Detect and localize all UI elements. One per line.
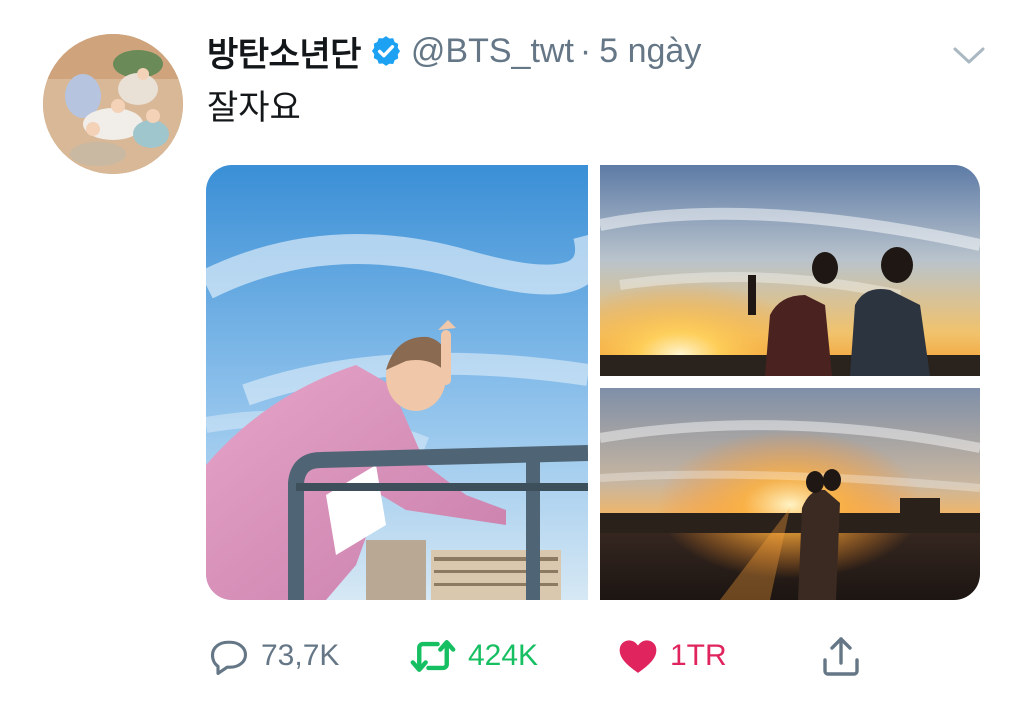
tweet-header: 방탄소년단 @BTS_twt · 5 ngày bbox=[207, 27, 701, 76]
tweet-actions: 73,7K 424K 1TR bbox=[0, 628, 1024, 684]
retweet-button[interactable]: 424K bbox=[408, 628, 538, 684]
chevron-down-icon[interactable] bbox=[951, 42, 987, 68]
reply-button[interactable]: 73,7K bbox=[207, 628, 339, 684]
media-grid bbox=[206, 165, 980, 600]
heart-icon bbox=[616, 634, 660, 678]
timestamp[interactable]: 5 ngày bbox=[599, 32, 701, 71]
display-name[interactable]: 방탄소년단 bbox=[207, 27, 361, 76]
tweet[interactable]: 방탄소년단 @BTS_twt · 5 ngày 잘자요 73,7K 424K 1… bbox=[0, 0, 1024, 704]
handle[interactable]: @BTS_twt bbox=[411, 32, 574, 71]
reply-count: 73,7K bbox=[261, 639, 340, 672]
media-divider-vertical bbox=[588, 165, 600, 600]
retweet-count: 424K bbox=[468, 639, 539, 672]
speech-bubble-icon bbox=[207, 634, 251, 678]
media-divider-horizontal bbox=[600, 376, 980, 388]
retweet-arrows-icon bbox=[408, 634, 458, 678]
share-button[interactable] bbox=[817, 628, 865, 684]
photo-pink-jacket[interactable] bbox=[206, 165, 588, 600]
photo-sunset-rooftop[interactable] bbox=[600, 388, 980, 600]
tweet-text: 잘자요 bbox=[207, 88, 301, 128]
verified-badge-icon bbox=[369, 34, 403, 68]
separator-dot: · bbox=[579, 31, 592, 70]
photo-sunset-silhouettes[interactable] bbox=[600, 165, 980, 376]
like-count: 1TR bbox=[670, 639, 727, 672]
avatar[interactable] bbox=[43, 34, 183, 174]
like-button[interactable]: 1TR bbox=[616, 628, 727, 684]
share-upload-icon bbox=[817, 632, 865, 680]
